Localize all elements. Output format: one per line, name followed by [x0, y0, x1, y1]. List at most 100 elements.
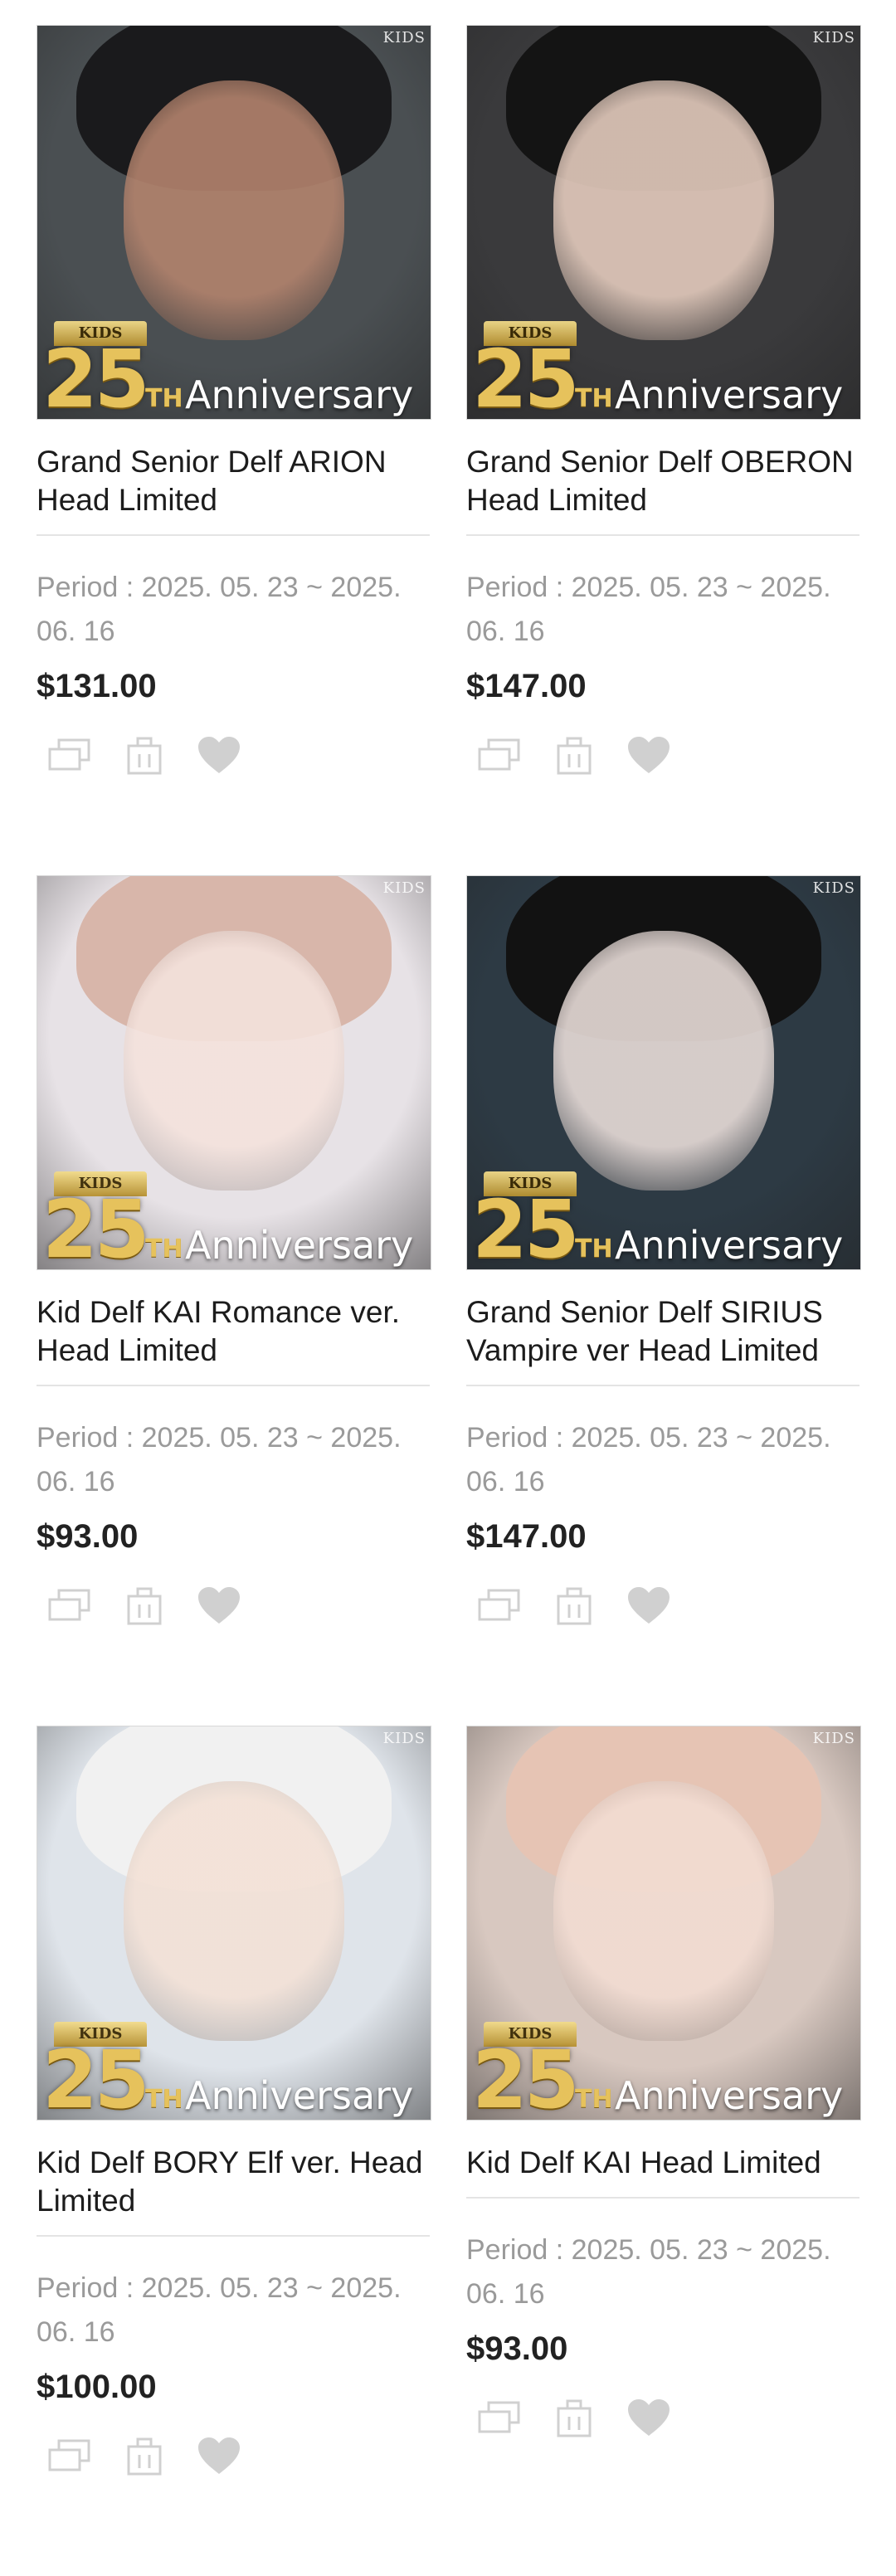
badge-number: 25 [472, 2033, 580, 2121]
brand-watermark: KIDS [382, 879, 426, 897]
cart-bag-icon [557, 1587, 592, 1625]
image-face [553, 931, 774, 1191]
badge-text: Anniversary [615, 373, 844, 417]
sale-period: Period : 2025. 05. 23 ~ 2025. 06. 16 [37, 1422, 402, 1497]
product-price: $131.00 [37, 668, 157, 704]
divider [466, 534, 859, 536]
product-image[interactable]: KIDS KIDS 25 TH Anniversary [466, 875, 861, 1270]
divider [37, 2235, 430, 2237]
badge-text: Anniversary [185, 1223, 414, 1268]
product-image[interactable]: KIDS KIDS 25 TH Anniversary [37, 1726, 431, 2121]
product-title[interactable]: Kid Delf KAI Romance ver. Head Limited [37, 1293, 431, 1370]
anniversary-badge: KIDS 25 TH Anniversary [472, 2022, 854, 2120]
product-card: KIDS KIDS 25 TH Anniversary Grand Senior… [466, 875, 861, 1726]
compare-button[interactable] [46, 1582, 93, 1629]
badge-number: 25 [472, 333, 580, 420]
cart-bag-icon [127, 1587, 162, 1625]
divider [466, 1385, 859, 1386]
cart-bag-icon [127, 2437, 162, 2476]
product-title[interactable]: Grand Senior Delf SIRIUS Vampire ver Hea… [466, 1293, 861, 1370]
anniversary-badge: KIDS 25 TH Anniversary [472, 321, 854, 419]
cart-bag-icon [557, 2399, 592, 2437]
badge-number: 25 [42, 2033, 150, 2121]
brand-watermark: KIDS [812, 1730, 855, 1747]
product-title[interactable]: Kid Delf KAI Head Limited [466, 2144, 861, 2182]
product-card: KIDS KIDS 25 TH Anniversary Kid Delf BOR… [37, 1726, 431, 2576]
compare-icon [478, 2401, 520, 2433]
brand-watermark: KIDS [382, 29, 426, 46]
wishlist-button[interactable] [196, 1582, 242, 1629]
heart-icon [628, 1587, 670, 1624]
add-to-cart-button[interactable] [551, 1582, 597, 1629]
product-card: KIDS KIDS 25 TH Anniversary Grand Senior… [37, 25, 431, 875]
product-image[interactable]: KIDS KIDS 25 TH Anniversary [37, 875, 431, 1270]
brand-watermark: KIDS [812, 879, 855, 897]
add-to-cart-button[interactable] [551, 732, 597, 778]
wishlist-button[interactable] [196, 2432, 242, 2479]
add-to-cart-button[interactable] [121, 732, 168, 778]
product-actions [37, 732, 431, 778]
sale-period: Period : 2025. 05. 23 ~ 2025. 06. 16 [466, 1422, 831, 1497]
compare-button[interactable] [476, 732, 523, 778]
divider [37, 534, 430, 536]
product-title[interactable]: Grand Senior Delf ARION Head Limited [37, 443, 431, 519]
image-face [124, 931, 344, 1191]
sale-period: Period : 2025. 05. 23 ~ 2025. 06. 16 [37, 2272, 402, 2348]
wishlist-button[interactable] [626, 732, 672, 778]
badge-suffix: TH [575, 384, 613, 413]
brand-watermark: KIDS [382, 1730, 426, 1747]
cart-bag-icon [127, 737, 162, 775]
badge-suffix: TH [145, 1234, 183, 1264]
anniversary-badge: KIDS 25 TH Anniversary [472, 1171, 854, 1269]
wishlist-button[interactable] [196, 732, 242, 778]
product-actions [466, 1582, 861, 1629]
add-to-cart-button[interactable] [121, 2432, 168, 2479]
badge-text: Anniversary [185, 2073, 414, 2118]
compare-button[interactable] [476, 2394, 523, 2441]
wishlist-button[interactable] [626, 1582, 672, 1629]
product-actions [466, 2394, 861, 2441]
product-price: $147.00 [466, 668, 587, 704]
product-image[interactable]: KIDS KIDS 25 TH Anniversary [466, 25, 861, 420]
heart-icon [198, 1587, 240, 1624]
badge-text: Anniversary [615, 1223, 844, 1268]
product-actions [37, 2432, 431, 2479]
product-grid: KIDS KIDS 25 TH Anniversary Grand Senior… [37, 25, 866, 2576]
divider [466, 2197, 859, 2199]
heart-icon [628, 2399, 670, 2436]
product-price: $93.00 [466, 2330, 568, 2367]
sale-period: Period : 2025. 05. 23 ~ 2025. 06. 16 [37, 572, 402, 647]
product-actions [466, 732, 861, 778]
heart-icon [628, 737, 670, 773]
compare-button[interactable] [46, 732, 93, 778]
product-card: KIDS KIDS 25 TH Anniversary Kid Delf KAI… [37, 875, 431, 1726]
add-to-cart-button[interactable] [551, 2394, 597, 2441]
anniversary-badge: KIDS 25 TH Anniversary [42, 2022, 424, 2120]
sale-period: Period : 2025. 05. 23 ~ 2025. 06. 16 [466, 572, 831, 647]
compare-icon [48, 2439, 90, 2471]
product-title[interactable]: Grand Senior Delf OBERON Head Limited [466, 443, 861, 519]
compare-button[interactable] [46, 2432, 93, 2479]
badge-number: 25 [42, 1183, 150, 1270]
compare-button[interactable] [476, 1582, 523, 1629]
product-title[interactable]: Kid Delf BORY Elf ver. Head Limited [37, 2144, 431, 2220]
divider [37, 1385, 430, 1386]
compare-icon [48, 1589, 90, 1621]
product-actions [37, 1582, 431, 1629]
image-face [553, 1781, 774, 2042]
wishlist-button[interactable] [626, 2394, 672, 2441]
product-image[interactable]: KIDS KIDS 25 TH Anniversary [37, 25, 431, 420]
badge-suffix: TH [575, 1234, 613, 1264]
product-image[interactable]: KIDS KIDS 25 TH Anniversary [466, 1726, 861, 2121]
image-face [124, 80, 344, 341]
badge-text: Anniversary [615, 2073, 844, 2118]
product-card: KIDS KIDS 25 TH Anniversary Kid Delf KAI… [466, 1726, 861, 2576]
product-card: KIDS KIDS 25 TH Anniversary Grand Senior… [466, 25, 861, 875]
image-face [124, 1781, 344, 2042]
brand-watermark: KIDS [812, 29, 855, 46]
image-face [553, 80, 774, 341]
badge-text: Anniversary [185, 373, 414, 417]
heart-icon [198, 2437, 240, 2474]
badge-number: 25 [472, 1183, 580, 1270]
add-to-cart-button[interactable] [121, 1582, 168, 1629]
